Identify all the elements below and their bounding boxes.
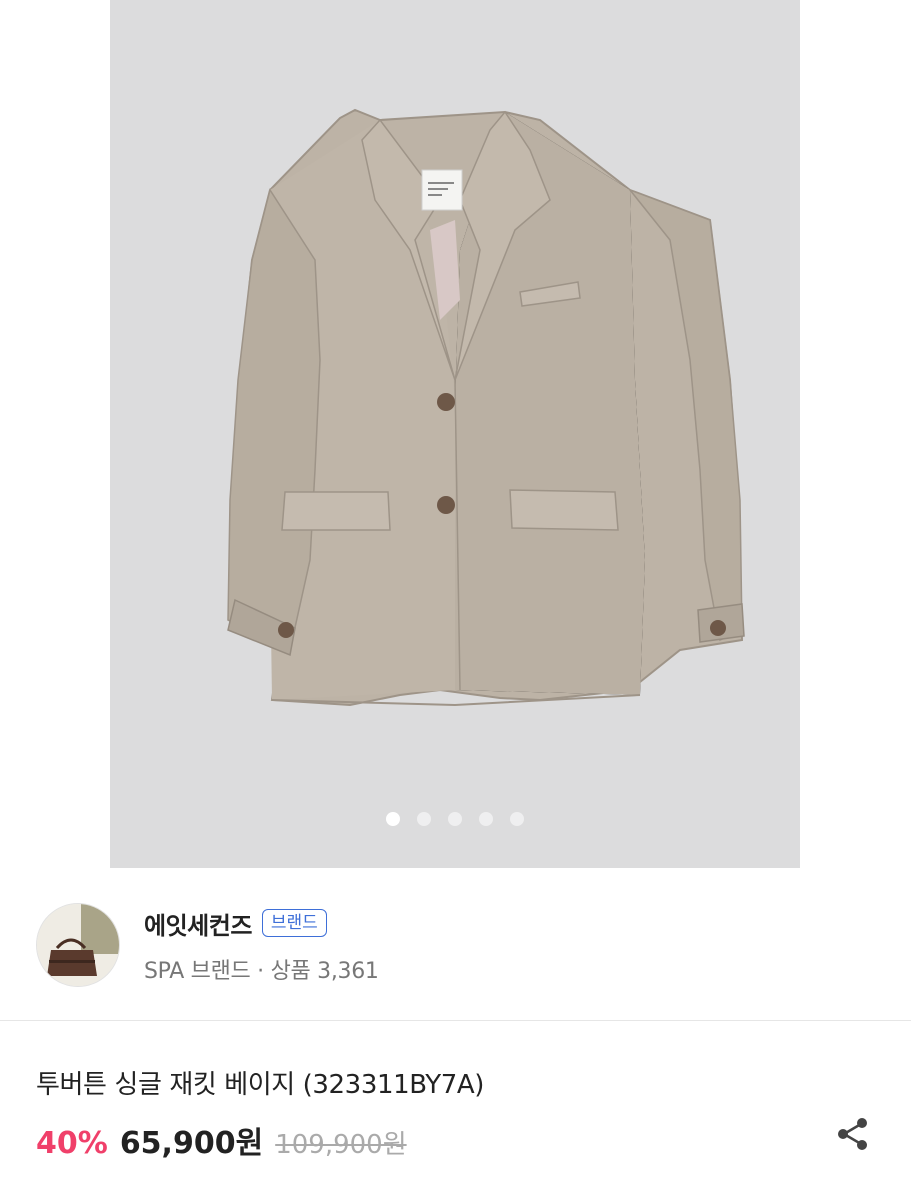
carousel-indicators	[110, 812, 800, 826]
brand-name[interactable]: 에잇세컨즈	[144, 906, 252, 941]
brand-meta: SPA 브랜드 · 상품 3,361	[144, 958, 379, 984]
share-button[interactable]	[835, 1116, 871, 1152]
brand-badge: 브랜드	[261, 908, 327, 938]
divider	[0, 1020, 911, 1021]
share-icon	[838, 1118, 867, 1150]
price-row: 40% 65,900원 109,900원	[36, 1118, 407, 1162]
carousel-dot[interactable]	[417, 812, 431, 826]
product-image	[227, 108, 745, 707]
carousel-dot[interactable]	[479, 812, 493, 826]
discount-rate: 40%	[36, 1126, 108, 1161]
product-title: 투버튼 싱글 재킷 베이지 (323311BY7A)	[36, 1070, 485, 1100]
carousel-dot[interactable]	[386, 812, 400, 826]
brand-avatar[interactable]	[36, 903, 120, 987]
product-image-gallery[interactable]	[110, 0, 800, 868]
sale-price: 65,900원	[119, 1126, 264, 1161]
carousel-dot[interactable]	[448, 812, 462, 826]
original-price: 109,900원	[275, 1130, 407, 1160]
handbag-icon	[37, 904, 119, 986]
brand-section[interactable]: 에잇세컨즈 브랜드 SPA 브랜드 · 상품 3,361	[36, 903, 881, 987]
carousel-dot[interactable]	[510, 812, 524, 826]
